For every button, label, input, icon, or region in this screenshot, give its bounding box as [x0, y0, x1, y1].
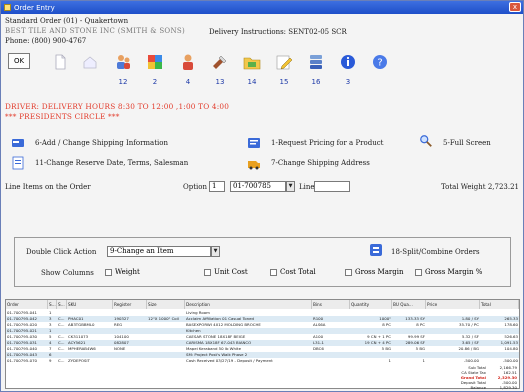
toolbar-badge: 16	[311, 78, 321, 86]
toolbar-badge: 4	[185, 78, 191, 86]
line-input[interactable]	[314, 181, 350, 192]
column-header[interactable]: BU Qua...	[392, 300, 426, 309]
table-cell: C...	[58, 358, 65, 363]
new-doc-icon[interactable]	[49, 51, 71, 73]
product-select[interactable]: 01-700785	[230, 181, 286, 192]
table-cell: 9	[49, 358, 52, 363]
column-header[interactable]: SKU	[67, 300, 113, 309]
option-label: Option	[183, 183, 207, 191]
info-icon[interactable]	[337, 51, 359, 73]
table-cell: 1	[388, 358, 391, 363]
phone-number: Phone: (800) 900-4767	[5, 37, 87, 45]
presidents-circle-alert: *** PRESIDENTS CIRCLE ***	[5, 112, 120, 121]
table-cell: Cash Received 03/27/19 - Deposit / Payme…	[186, 358, 273, 363]
full-screen-link[interactable]: 5-Full Screen	[443, 139, 491, 147]
table-cell: 1	[422, 358, 425, 363]
gross-margin-pct-checkbox[interactable]: Gross Margin %	[415, 268, 482, 276]
gross-margin-checkbox[interactable]: Gross Margin	[345, 268, 403, 276]
toolbar-badge: 13	[215, 78, 225, 86]
change-shipping-address-link[interactable]: 7-Change Shipping Address	[271, 159, 370, 167]
table-cell	[147, 358, 185, 364]
home-icon[interactable]	[79, 51, 101, 73]
contacts-icon[interactable]	[177, 51, 199, 73]
option-input[interactable]: 1	[209, 181, 225, 192]
weight-checkbox[interactable]: Weight	[105, 268, 140, 276]
double-click-select[interactable]: 9-Change an Item	[107, 246, 211, 257]
total-weight: Total Weight 2,723.21	[441, 183, 519, 191]
column-header[interactable]: S...	[48, 300, 57, 309]
line-items-label: Line Items on the Order	[5, 183, 91, 191]
ok-button[interactable]: OK	[8, 53, 30, 69]
table-row[interactable]: 01-700795-070 9 C... ZYDEPOSIT Cash Received…	[6, 358, 519, 364]
shipping-info-icon[interactable]	[11, 136, 25, 150]
table-cell: 01-700795-070	[7, 358, 38, 363]
table-cell: -500.00	[463, 358, 479, 363]
cost-total-checkbox[interactable]: Cost Total	[270, 268, 316, 276]
folder-icon[interactable]	[241, 51, 263, 73]
toolbar-badge: 14	[247, 78, 257, 86]
double-click-dropdown-arrow[interactable]: ▼	[211, 246, 220, 257]
toolbar-badge: 2	[152, 78, 158, 86]
table-cell	[113, 358, 147, 364]
line-label: Line	[299, 183, 315, 191]
table-cell: -500.00	[502, 358, 518, 363]
svg-text:?: ?	[377, 58, 382, 69]
summary-value: 1,829.30	[499, 385, 517, 390]
product-dropdown-arrow[interactable]: ▼	[286, 181, 295, 192]
tools-icon[interactable]	[209, 51, 231, 73]
double-click-group	[14, 237, 511, 287]
toolbar-badge: 12	[118, 78, 128, 86]
driver-alert: DRIVER: DELIVERY HOURS 8:30 TO 12:00 ,1:…	[5, 102, 230, 111]
column-header[interactable]: Price	[426, 300, 480, 309]
order-entry-window: Order Entry x Standard Order (01) - Quak…	[0, 0, 524, 392]
add-shipping-info-link[interactable]: 6-Add / Change Shipping Information	[35, 139, 168, 147]
column-header[interactable]: Register	[113, 300, 147, 309]
double-click-label: Double Click Action	[26, 248, 97, 256]
column-header[interactable]: Order	[6, 300, 48, 309]
column-header[interactable]: Bins	[312, 300, 350, 309]
pencil-icon[interactable]	[273, 51, 295, 73]
table-cell	[312, 358, 350, 364]
column-header[interactable]: Size	[147, 300, 185, 309]
delivery-instructions: Delivery Instructions: SENT02-05 SCR	[209, 28, 347, 36]
puzzle-icon[interactable]	[144, 51, 166, 73]
request-pricing-link[interactable]: 1-Request Pricing for a Product	[271, 139, 383, 147]
window-title: Order Entry	[14, 3, 55, 12]
order-type-label: Standard Order (01) - Quakertown	[5, 17, 129, 25]
column-header[interactable]: S...	[57, 300, 67, 309]
close-button[interactable]: x	[509, 2, 521, 12]
change-reserve-date-link[interactable]: 11-Change Reserve Date, Terms, Salesman	[35, 159, 188, 167]
unit-cost-checkbox[interactable]: Unit Cost	[204, 268, 248, 276]
people-icon[interactable]	[112, 51, 134, 73]
column-header[interactable]: Description	[185, 300, 312, 309]
split-combine-link[interactable]: 18-Split/Combine Orders	[391, 248, 480, 256]
app-icon	[4, 4, 11, 11]
title-bar: Order Entry x	[1, 1, 523, 14]
column-header[interactable]: Quantity	[350, 300, 392, 309]
toolbar-badge: 3	[345, 78, 351, 86]
magnifier-icon[interactable]	[419, 134, 433, 148]
show-columns-label: Show Columns	[41, 269, 94, 277]
pricing-icon[interactable]	[247, 136, 261, 150]
reserve-date-icon[interactable]	[11, 156, 25, 170]
customer-name: BEST TILE AND STONE INC (SMITH & SONS)	[5, 27, 186, 35]
table-cell: ZYDEPOSIT	[68, 358, 90, 363]
split-combine-icon[interactable]	[369, 243, 383, 257]
shipping-address-icon[interactable]	[247, 156, 261, 170]
order-lines-grid[interactable]: Order S... S... SKU Register Size Description B…	[5, 299, 520, 390]
help-icon[interactable]: ?	[369, 51, 391, 73]
summary-label: Balance	[470, 385, 486, 390]
toolbar-badge: 15	[279, 78, 289, 86]
database-icon[interactable]	[305, 51, 327, 73]
column-header[interactable]: Total	[480, 300, 519, 309]
